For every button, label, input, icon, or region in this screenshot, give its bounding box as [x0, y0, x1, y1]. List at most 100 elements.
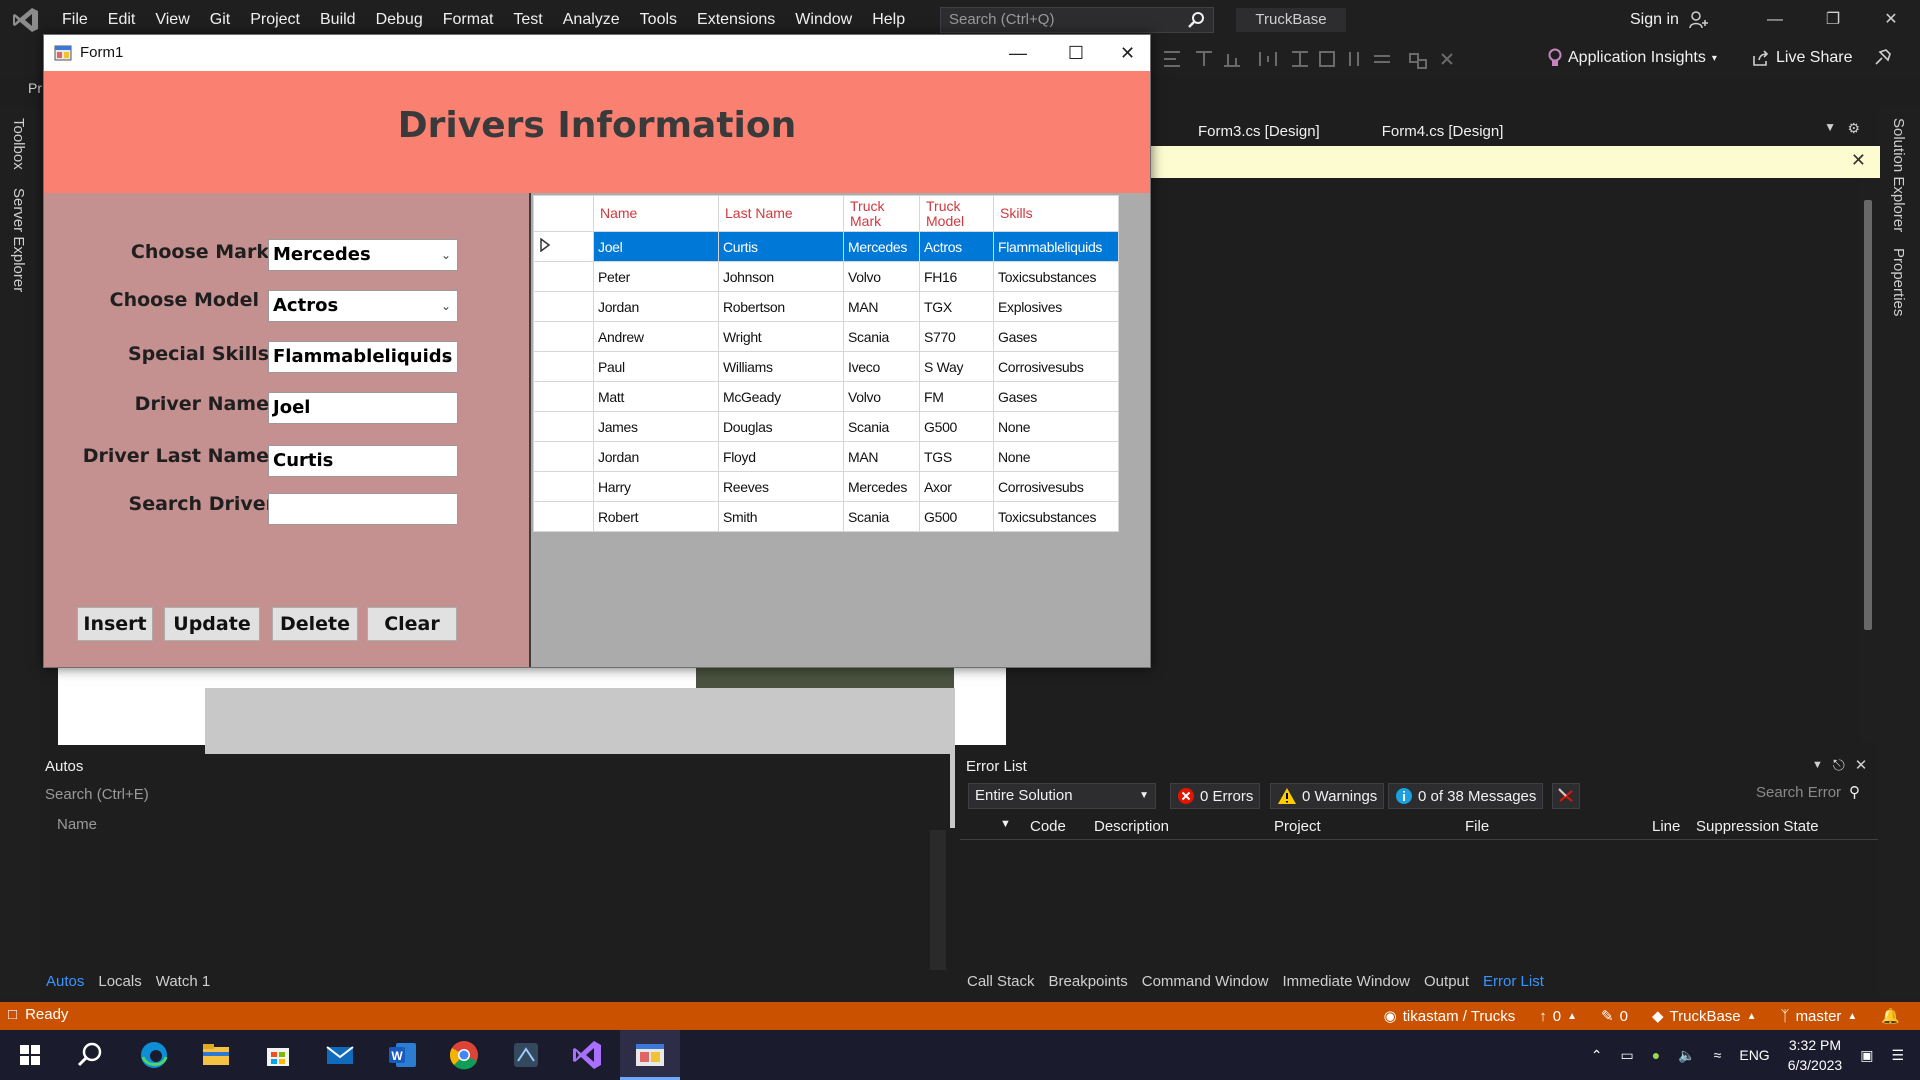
- pending-changes-button[interactable]: ✎ 0: [1601, 1007, 1628, 1026]
- autos-search-input[interactable]: Search (Ctrl+E): [45, 786, 149, 803]
- network-icon[interactable]: ≈: [1714, 1047, 1722, 1063]
- insert-button[interactable]: Insert: [77, 607, 153, 641]
- column-line[interactable]: Line: [1652, 818, 1680, 835]
- grid-cell[interactable]: S770: [919, 321, 994, 352]
- column-code[interactable]: Code: [1030, 818, 1066, 835]
- battery-icon[interactable]: ▭: [1621, 1047, 1634, 1064]
- feedback-icon[interactable]: [1872, 46, 1894, 68]
- tab-form4-design[interactable]: Form4.cs [Design]: [1340, 118, 1524, 146]
- grid-cell[interactable]: Curtis: [718, 231, 844, 262]
- autos-column-name[interactable]: Name: [57, 816, 97, 833]
- grid-cell[interactable]: MAN: [843, 441, 920, 472]
- grid-cell[interactable]: Toxicsubstances: [993, 261, 1119, 292]
- windows-start-icon[interactable]: [12, 1037, 48, 1073]
- error-search-input[interactable]: Search Error ⚲: [1756, 783, 1860, 802]
- chrome-icon[interactable]: [446, 1037, 482, 1073]
- grid-cell[interactable]: Andrew: [593, 321, 719, 352]
- vs-minimize-button[interactable]: —: [1746, 0, 1804, 40]
- server-explorer-tab[interactable]: Server Explorer: [10, 188, 27, 292]
- microsoft-store-icon[interactable]: [260, 1037, 296, 1073]
- file-explorer-icon[interactable]: [198, 1037, 234, 1073]
- column-suppression-state[interactable]: Suppression State: [1696, 818, 1819, 835]
- visual-studio-icon[interactable]: [570, 1037, 606, 1073]
- row-header[interactable]: [533, 231, 594, 262]
- row-header[interactable]: [533, 381, 594, 412]
- grid-cell[interactable]: Wright: [718, 321, 844, 352]
- clock[interactable]: 3:32 PM 6/3/2023: [1788, 1035, 1843, 1075]
- grid-cell[interactable]: Robert: [593, 501, 719, 532]
- grid-cell[interactable]: G500: [919, 411, 994, 442]
- repo-button[interactable]: ◉ tikastam / Trucks: [1384, 1007, 1516, 1026]
- grid-cell[interactable]: Douglas: [718, 411, 844, 442]
- grid-cell[interactable]: Gases: [993, 321, 1119, 352]
- vs-restore-button[interactable]: ❐: [1804, 0, 1862, 40]
- delete-button[interactable]: Delete: [272, 607, 358, 641]
- close-icon[interactable]: ✕: [1855, 756, 1868, 774]
- grid-cell[interactable]: TGS: [919, 441, 994, 472]
- grid-cell[interactable]: Johnson: [718, 261, 844, 292]
- row-header[interactable]: [533, 441, 594, 472]
- grid-cell[interactable]: None: [993, 411, 1119, 442]
- volume-icon[interactable]: 🔈: [1678, 1047, 1695, 1064]
- notifications-icon[interactable]: 🔔: [1881, 1007, 1900, 1025]
- column-description[interactable]: Description: [1094, 818, 1169, 835]
- application-insights-button[interactable]: Application Insights ▾: [1548, 44, 1717, 72]
- grid-cell[interactable]: Axor: [919, 471, 994, 502]
- notification-center-icon[interactable]: ☰: [1891, 1047, 1904, 1064]
- table-row[interactable]: Harry Reeves Mercedes Axor Corrosivesubs: [533, 471, 1119, 502]
- grid-cell[interactable]: Volvo: [843, 381, 920, 412]
- table-row[interactable]: Jordan Floyd MAN TGS None: [533, 441, 1119, 472]
- tab-watch-1[interactable]: Watch 1: [156, 973, 210, 990]
- sign-in-button[interactable]: Sign in: [1630, 0, 1709, 40]
- grid-cell[interactable]: Reeves: [718, 471, 844, 502]
- grid-cell[interactable]: Flammableliquids: [993, 231, 1119, 262]
- search-icon[interactable]: [72, 1037, 108, 1073]
- table-row[interactable]: James Douglas Scania G500 None: [533, 411, 1119, 442]
- grid-cell[interactable]: Corrosivesubs: [993, 471, 1119, 502]
- grid-cell[interactable]: FM: [919, 381, 994, 412]
- error-scope-dropdown[interactable]: Entire Solution ▼: [968, 783, 1156, 809]
- grid-cell[interactable]: Floyd: [718, 441, 844, 472]
- row-header[interactable]: [533, 501, 594, 532]
- grid-corner-header[interactable]: [533, 195, 594, 232]
- close-icon[interactable]: ✕: [1851, 150, 1866, 171]
- grid-cell[interactable]: Williams: [718, 351, 844, 382]
- model-combobox[interactable]: Actros ⌄: [268, 290, 458, 322]
- grid-cell[interactable]: S Way: [919, 351, 994, 382]
- grid-cell[interactable]: McGeady: [718, 381, 844, 412]
- grid-cell[interactable]: Jordan: [593, 291, 719, 322]
- solution-button[interactable]: ◆ TruckBase ▲: [1652, 1007, 1757, 1026]
- driver-name-field[interactable]: Joel: [268, 392, 458, 424]
- edge-browser-icon[interactable]: [136, 1037, 172, 1073]
- layout-toolbar-icons[interactable]: [1160, 48, 1530, 70]
- vs-close-button[interactable]: ✕: [1862, 0, 1920, 40]
- grid-cell[interactable]: FH16: [919, 261, 994, 292]
- grid-cell[interactable]: G500: [919, 501, 994, 532]
- grid-cell[interactable]: Matt: [593, 381, 719, 412]
- tab-command-window[interactable]: Command Window: [1142, 973, 1269, 990]
- row-header[interactable]: [533, 261, 594, 292]
- row-header[interactable]: [533, 321, 594, 352]
- grid-cell[interactable]: Actros: [919, 231, 994, 262]
- tab-autos[interactable]: Autos: [46, 973, 84, 990]
- row-header[interactable]: [533, 411, 594, 442]
- driver-last-name-field[interactable]: Curtis: [268, 445, 458, 477]
- grid-cell[interactable]: Corrosivesubs: [993, 351, 1119, 382]
- mark-combobox[interactable]: Mercedes ⌄: [268, 239, 458, 271]
- grid-cell[interactable]: Scania: [843, 411, 920, 442]
- table-row[interactable]: Matt McGeady Volvo FM Gases: [533, 381, 1119, 412]
- form1-taskbar-button[interactable]: [620, 1030, 680, 1080]
- branch-button[interactable]: ᛉ master ▲: [1781, 1008, 1858, 1025]
- row-header[interactable]: [533, 351, 594, 382]
- vs-search-box[interactable]: Search (Ctrl+Q): [940, 7, 1214, 33]
- solution-explorer-tab[interactable]: Solution Explorer: [1890, 118, 1907, 232]
- tab-form3-design[interactable]: Form3.cs [Design]: [1178, 118, 1340, 146]
- tab-output[interactable]: Output: [1424, 973, 1469, 990]
- grid-cell[interactable]: Harry: [593, 471, 719, 502]
- row-header[interactable]: [533, 291, 594, 322]
- scrollbar-thumb[interactable]: [1864, 200, 1872, 630]
- table-row[interactable]: Peter Johnson Volvo FH16 Toxicsubstances: [533, 261, 1119, 292]
- push-button[interactable]: ↑ 0 ▲: [1539, 1008, 1577, 1025]
- grid-cell[interactable]: Toxicsubstances: [993, 501, 1119, 532]
- grid-cell[interactable]: Joel: [593, 231, 719, 262]
